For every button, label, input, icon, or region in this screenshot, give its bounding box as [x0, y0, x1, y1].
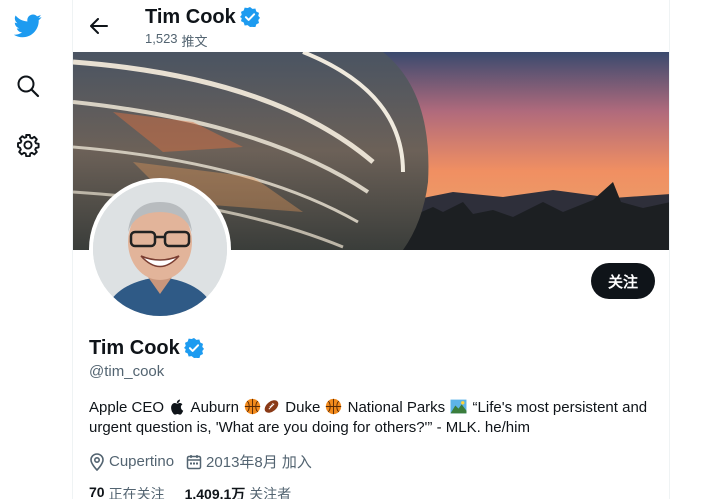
tweet-count: 1,523	[145, 31, 178, 46]
following-label: 正在关注	[108, 486, 165, 499]
profile-bio: Apple CEO Auburn Duke National Parks “Li…	[89, 398, 649, 438]
verified-badge-icon	[239, 7, 260, 27]
follow-button[interactable]: 关注	[591, 263, 655, 299]
followers-label: 关注者	[249, 486, 292, 499]
back-button[interactable]	[85, 12, 113, 40]
search-icon[interactable]	[13, 71, 43, 101]
location-text: Cupertino	[109, 453, 175, 470]
bio-text: National Parks	[343, 399, 450, 416]
following-count: 70	[89, 484, 105, 499]
followers-link[interactable]: 1,409.1万 关注者	[185, 484, 292, 499]
football-icon	[264, 400, 279, 413]
bio-text: Duke	[281, 399, 325, 416]
apple-logo-icon	[171, 399, 184, 415]
avatar[interactable]	[89, 178, 231, 320]
tweet-count-label: 推文	[181, 34, 208, 49]
national-park-icon	[450, 399, 467, 414]
profile-meta: Cupertino 2013年8月 加入	[89, 451, 324, 472]
gear-icon[interactable]	[13, 130, 43, 160]
calendar-icon	[186, 454, 202, 469]
profile-column: Tim Cook 1,523 推文 关注 Tim Cook @tim_cook …	[72, 0, 670, 499]
location-pin-icon	[90, 452, 104, 471]
bio-text: Auburn	[187, 399, 244, 416]
profile-name: Tim Cook	[89, 337, 180, 359]
bio-text: Apple CEO	[89, 399, 169, 416]
verified-badge-icon	[183, 338, 204, 358]
avatar-photo	[93, 182, 227, 316]
profile-stats: 70 正在关注 1,409.1万 关注者	[89, 484, 311, 499]
profile-header-bar: Tim Cook 1,523 推文	[73, 0, 669, 52]
following-link[interactable]: 70 正在关注	[89, 484, 165, 499]
basketball-icon	[244, 398, 261, 415]
twitter-bird-icon[interactable]	[13, 11, 43, 41]
followers-count: 1,409.1万	[184, 486, 246, 499]
joined-date: 2013年8月 加入	[206, 454, 312, 471]
back-arrow-icon	[90, 18, 108, 34]
basketball-icon	[326, 398, 342, 415]
header-name: Tim Cook	[145, 6, 236, 28]
left-nav	[0, 0, 56, 499]
profile-handle: @tim_cook	[89, 363, 165, 380]
